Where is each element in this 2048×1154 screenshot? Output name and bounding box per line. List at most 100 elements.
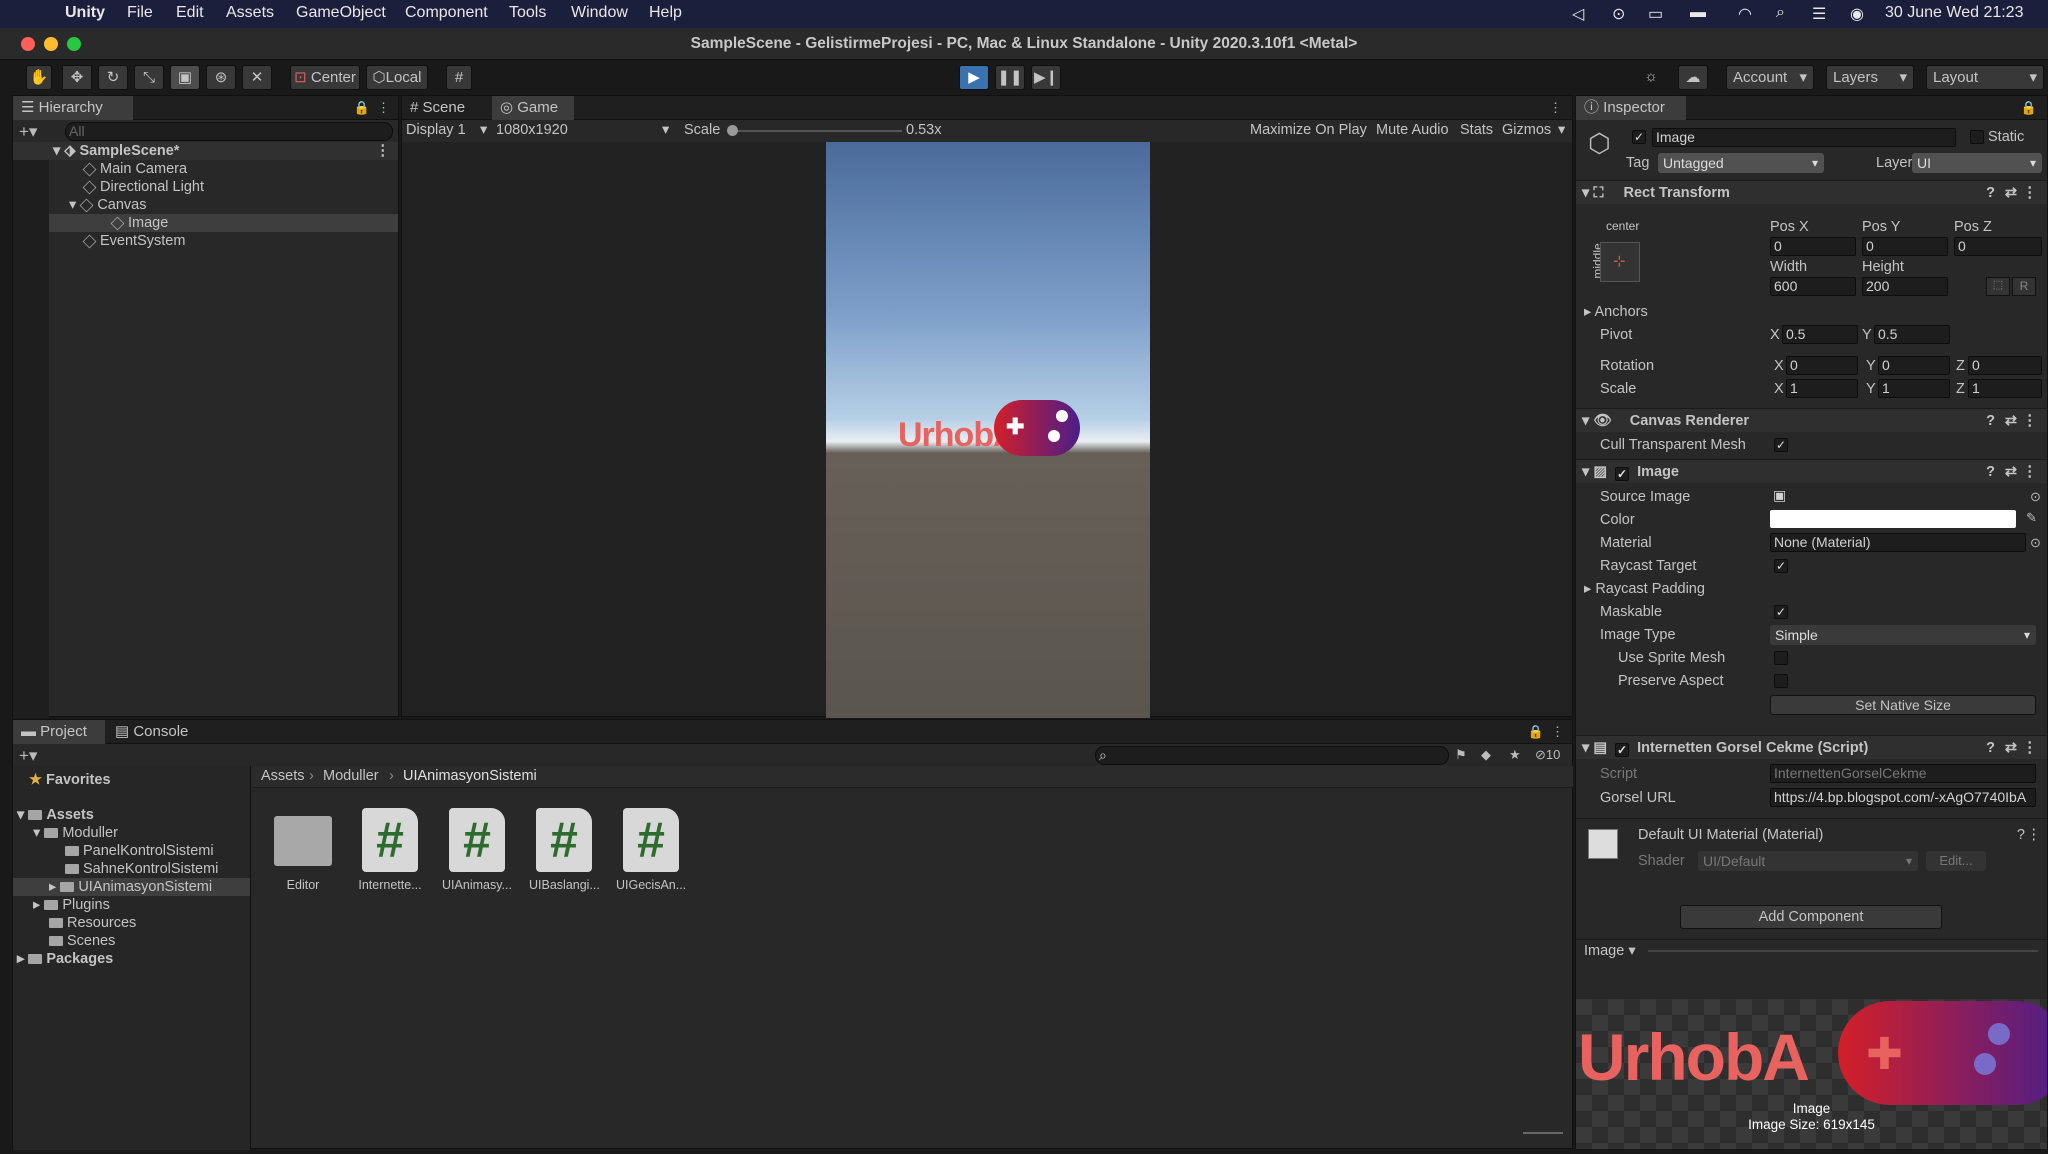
- pause-button[interactable]: ❚❚: [995, 65, 1025, 90]
- menu-file[interactable]: File: [127, 4, 153, 22]
- source-image-field[interactable]: ▣: [1770, 487, 2030, 506]
- rect-tool-icon[interactable]: ▣: [170, 65, 200, 90]
- image-type-dropdown[interactable]: Simple: [1770, 625, 2036, 645]
- canvas-renderer-header[interactable]: ▾ 👁 Canvas Renderer ? ⇄ ⋮: [1576, 408, 2047, 432]
- pivot-y-field[interactable]: 0.5: [1874, 325, 1950, 344]
- breadcrumb-moduller[interactable]: Moduller: [323, 768, 379, 784]
- favorite-star-icon[interactable]: ★: [1509, 747, 1521, 763]
- play-circle-icon[interactable]: ⊙: [1612, 4, 1625, 24]
- static-checkbox[interactable]: [1970, 130, 1984, 144]
- material-field[interactable]: None (Material): [1770, 533, 2026, 552]
- pivot-x-field[interactable]: 0.5: [1782, 325, 1858, 344]
- scale-slider-track[interactable]: [732, 130, 902, 132]
- hierarchy-item-main-camera[interactable]: Main Camera: [82, 160, 187, 178]
- play-button[interactable]: ▶: [959, 65, 989, 90]
- asset-script-uianimasy[interactable]: # UIAnimasy...: [442, 808, 512, 892]
- blueprint-mode-button[interactable]: ⬚: [1986, 277, 2010, 296]
- kebab-menu-icon[interactable]: ⋮: [2027, 827, 2042, 843]
- posy-field[interactable]: 0: [1862, 237, 1948, 256]
- scene-row[interactable]: ▾ ⬗ SampleScene* ⋮: [13, 142, 398, 160]
- anchor-preset-button[interactable]: ⊹: [1600, 242, 1640, 282]
- display-icon[interactable]: ▭: [1648, 4, 1663, 24]
- tag-dropdown[interactable]: Untagged: [1658, 153, 1824, 173]
- shader-dropdown[interactable]: UI/Default: [1698, 851, 1918, 871]
- menu-component[interactable]: Component: [405, 4, 488, 22]
- kebab-menu-icon[interactable]: ⋮: [2023, 736, 2038, 760]
- kebab-menu-icon[interactable]: ⋮: [2023, 181, 2038, 205]
- rotation-z-field[interactable]: 0: [1968, 356, 2042, 375]
- kebab-menu-icon[interactable]: ⋮: [2023, 460, 2038, 484]
- preview-divider[interactable]: [1648, 950, 2038, 952]
- static-dropdown[interactable]: Static: [1988, 129, 2024, 145]
- scale-tool-icon[interactable]: ⤡: [134, 65, 164, 90]
- battery-icon[interactable]: ▬: [1690, 4, 1706, 22]
- tree-packages[interactable]: ▸ Packages: [17, 950, 113, 968]
- hidden-count-icon[interactable]: ⊘10: [1535, 747, 1560, 763]
- tree-sahnekontrolsistemi[interactable]: SahneKontrolSistemi: [65, 860, 218, 878]
- step-button[interactable]: ▶❙: [1031, 65, 1061, 90]
- filter-label-icon[interactable]: ◆: [1481, 747, 1491, 763]
- hierarchy-item-canvas[interactable]: ▾ Canvas: [69, 196, 146, 214]
- raw-edit-button[interactable]: R: [2012, 277, 2036, 296]
- lock-icon[interactable]: 🔒: [2021, 100, 2037, 116]
- anchors-foldout[interactable]: ▸ Anchors: [1584, 304, 1648, 320]
- kebab-menu-icon[interactable]: ⋮: [376, 142, 391, 160]
- account-dropdown[interactable]: Account ▾: [1726, 65, 1814, 90]
- tab-project[interactable]: ▬ Project: [13, 720, 105, 744]
- set-native-size-button[interactable]: Set Native Size: [1770, 695, 2036, 715]
- menu-gameobject[interactable]: GameObject: [296, 4, 386, 22]
- tree-moduller[interactable]: ▾ Moduller: [33, 824, 118, 842]
- posz-field[interactable]: 0: [1954, 237, 2042, 256]
- maskable-checkbox[interactable]: ✓: [1774, 605, 1788, 619]
- wifi-icon[interactable]: ◠: [1738, 4, 1752, 24]
- color-swatch[interactable]: [1770, 510, 2016, 528]
- menu-edit[interactable]: Edit: [176, 4, 204, 22]
- preserve-aspect-checkbox[interactable]: [1774, 674, 1788, 688]
- scale-y-field[interactable]: 1: [1878, 379, 1950, 398]
- rect-transform-header[interactable]: ▾ ⛶ Rect Transform ? ⇄ ⋮: [1576, 180, 2047, 204]
- preview-dropdown[interactable]: Image ▾: [1584, 943, 1636, 959]
- hierarchy-item-image[interactable]: Image: [49, 214, 398, 232]
- tree-resources[interactable]: Resources: [49, 914, 136, 932]
- tab-game[interactable]: ◎ Game: [492, 96, 574, 120]
- scale-x-field[interactable]: 1: [1786, 379, 1858, 398]
- filter-type-icon[interactable]: ⚑: [1455, 747, 1467, 763]
- unity-status-icon[interactable]: ◁: [1572, 4, 1584, 24]
- resolution-dropdown[interactable]: 1080x1920 ▾: [496, 122, 676, 138]
- game-viewport[interactable]: UrhobA ✚: [826, 142, 1150, 718]
- grid-snap-icon[interactable]: #: [446, 65, 472, 90]
- transform-tool-icon[interactable]: ⊛: [206, 65, 236, 90]
- eyedropper-icon[interactable]: ✎: [2026, 510, 2037, 526]
- add-component-button[interactable]: Add Component: [1680, 905, 1942, 929]
- tree-scenes[interactable]: Scenes: [49, 932, 115, 950]
- add-icon[interactable]: +▾: [19, 122, 37, 142]
- preset-icon[interactable]: ⇄: [2005, 409, 2017, 433]
- tree-plugins[interactable]: ▸ Plugins: [33, 896, 110, 914]
- object-name-input[interactable]: Image: [1652, 128, 1956, 147]
- posx-field[interactable]: 0: [1770, 237, 1856, 256]
- asset-script-uigecisan[interactable]: # UIGecisAn...: [616, 808, 686, 892]
- menu-assets[interactable]: Assets: [226, 4, 274, 22]
- project-search-input[interactable]: ⌕: [1095, 746, 1449, 765]
- custom-tool-icon[interactable]: ✕: [242, 65, 272, 90]
- help-icon[interactable]: ?: [1986, 181, 1995, 205]
- preset-icon[interactable]: ⇄: [2005, 460, 2017, 484]
- preset-icon[interactable]: ⇄: [2005, 181, 2017, 205]
- breadcrumb-assets[interactable]: Assets: [261, 768, 305, 784]
- hierarchy-item-eventsystem[interactable]: EventSystem: [82, 232, 185, 250]
- pivot-center-button[interactable]: ⊡ Center: [290, 65, 360, 90]
- scale-z-field[interactable]: 1: [1968, 379, 2042, 398]
- scale-slider-handle[interactable]: [727, 125, 738, 136]
- rotation-x-field[interactable]: 0: [1786, 356, 1858, 375]
- hierarchy-item-directional-light[interactable]: Directional Light: [82, 178, 204, 196]
- image-enabled-checkbox[interactable]: ✓: [1615, 467, 1630, 481]
- height-field[interactable]: 200: [1862, 277, 1948, 296]
- breadcrumb-uianimasyonsistemi[interactable]: UIAnimasyonSistemi: [403, 768, 537, 784]
- preset-icon[interactable]: ⇄: [2005, 736, 2017, 760]
- tree-panelkontrolsistemi[interactable]: PanelKontrolSistemi: [65, 842, 214, 860]
- help-icon[interactable]: ?: [1986, 460, 1995, 484]
- shader-edit-button[interactable]: Edit...: [1926, 851, 1986, 871]
- image-preview[interactable]: UrhobA ✚ Image Image Size: 619x145: [1576, 999, 2047, 1149]
- cloud-icon[interactable]: ☁: [1678, 65, 1708, 90]
- active-checkbox[interactable]: ✓: [1632, 130, 1646, 144]
